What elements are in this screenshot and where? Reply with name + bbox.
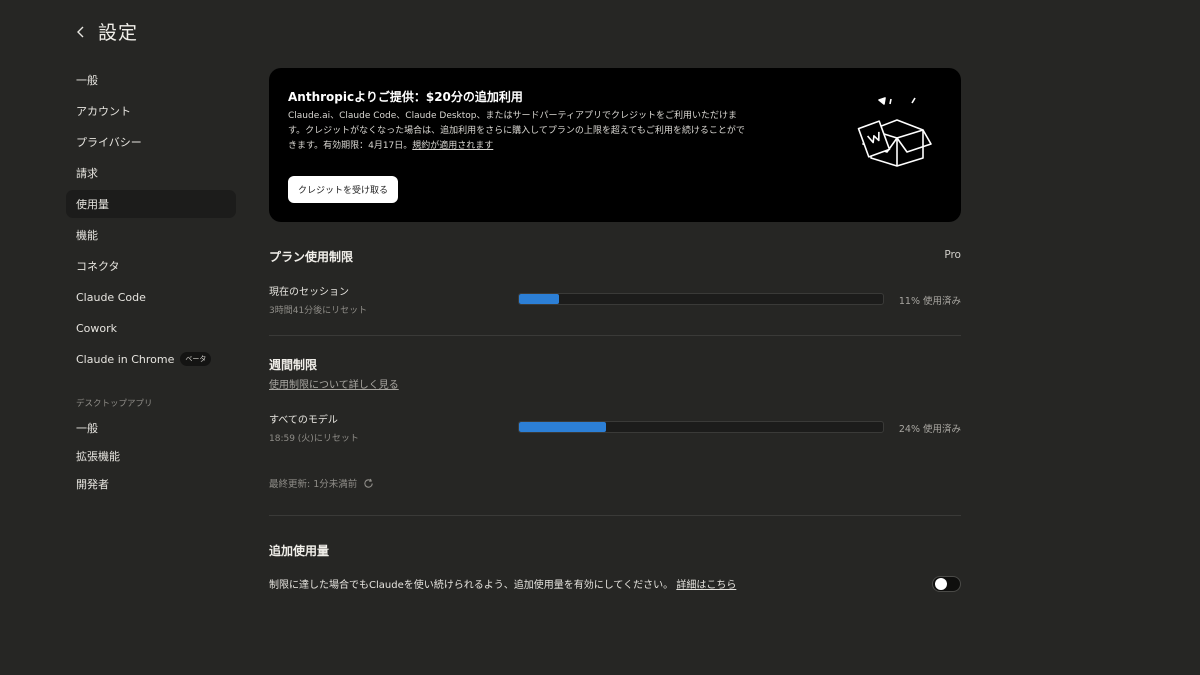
plan-limits-title: プラン使用制限 bbox=[269, 250, 354, 264]
session-progress-bar bbox=[518, 293, 884, 305]
all-models-progress-bar bbox=[518, 421, 884, 433]
last-updated: 最終更新: 1分未満前 bbox=[269, 476, 374, 490]
sidebar-item-developer[interactable]: 開発者 bbox=[66, 471, 236, 496]
session-progress-fill bbox=[519, 294, 560, 304]
sidebar-item-connectors[interactable]: コネクタ bbox=[66, 252, 236, 280]
sidebar-item-cowork[interactable]: Cowork bbox=[66, 314, 236, 342]
sidebar-item-label: プライバシー bbox=[76, 136, 142, 149]
settings-sidebar: 一般 アカウント プライバシー 請求 使用量 機能 コネクタ Claude Co… bbox=[66, 66, 236, 499]
sidebar-item-label: 拡張機能 bbox=[76, 449, 120, 463]
plan-name: Pro bbox=[944, 249, 961, 261]
sidebar-item-label: アカウント bbox=[76, 105, 131, 118]
refresh-icon[interactable] bbox=[363, 478, 374, 489]
gift-box-illustration bbox=[857, 94, 937, 174]
all-models-label: すべてのモデル bbox=[269, 415, 338, 426]
promo-title: Anthropicよりご提供：$20分の追加利用 bbox=[288, 90, 523, 104]
sidebar-item-general[interactable]: 一般 bbox=[66, 66, 236, 94]
section-divider bbox=[269, 335, 961, 336]
sidebar-item-label: Cowork bbox=[76, 321, 118, 335]
sidebar-item-label: 一般 bbox=[76, 421, 98, 435]
sidebar-item-label: Claude in Chrome bbox=[76, 352, 175, 366]
sidebar-item-label: 開発者 bbox=[76, 477, 109, 491]
details-link[interactable]: 詳細はこちら bbox=[676, 580, 736, 591]
sidebar-item-privacy[interactable]: プライバシー bbox=[66, 128, 236, 156]
sidebar-item-claude-in-chrome[interactable]: Claude in Chrome ベータ bbox=[66, 345, 236, 373]
learn-more-usage-limits-link[interactable]: 使用制限について詳しく見る bbox=[269, 376, 399, 391]
sidebar-item-claude-code[interactable]: Claude Code bbox=[66, 283, 236, 311]
session-reset-text: 3時間41分後にリセット bbox=[269, 306, 368, 316]
beta-badge: ベータ bbox=[180, 352, 212, 366]
desktop-app-section-label: デスクトップアプリ bbox=[76, 399, 153, 409]
sidebar-item-billing[interactable]: 請求 bbox=[66, 159, 236, 187]
promo-body: Claude.ai、Claude Code、Claude Desktop、または… bbox=[288, 109, 753, 154]
chevron-left-icon[interactable] bbox=[76, 21, 90, 43]
sidebar-item-label: 使用量 bbox=[76, 198, 109, 211]
sidebar-item-label: 機能 bbox=[76, 229, 98, 242]
sidebar-item-label: コネクタ bbox=[76, 260, 120, 273]
sidebar-item-label: 一般 bbox=[76, 74, 98, 87]
sidebar-item-label: 請求 bbox=[76, 167, 98, 180]
extra-usage-title: 追加使用量 bbox=[269, 544, 330, 558]
page-title: 設定 bbox=[98, 22, 139, 44]
settings-header: 設定 bbox=[76, 18, 138, 45]
sidebar-item-extensions[interactable]: 拡張機能 bbox=[66, 443, 236, 468]
extra-usage-toggle[interactable] bbox=[932, 576, 961, 592]
all-models-percent-label: 24% 使用済み bbox=[898, 424, 961, 435]
sidebar-item-usage[interactable]: 使用量 bbox=[66, 190, 236, 218]
all-models-reset-text: 18:59 (火)にリセット bbox=[269, 434, 359, 444]
session-percent-label: 11% 使用済み bbox=[898, 296, 961, 307]
last-updated-text: 最終更新: 1分未満前 bbox=[269, 479, 358, 490]
claim-credit-button[interactable]: クレジットを受け取る bbox=[288, 176, 398, 203]
toggle-knob bbox=[935, 578, 947, 590]
session-label: 現在のセッション bbox=[269, 287, 349, 298]
extra-usage-description-text: 制限に達した場合でもClaudeを使い続けられるよう、追加使用量を有効にしてくだ… bbox=[269, 580, 674, 591]
promo-card: Anthropicよりご提供：$20分の追加利用 Claude.ai、Claud… bbox=[269, 68, 961, 222]
sidebar-item-label: Claude Code bbox=[76, 290, 146, 304]
weekly-limits-title: 週間制限 bbox=[269, 358, 318, 372]
extra-usage-description: 制限に達した場合でもClaudeを使い続けられるよう、追加使用量を有効にしてくだ… bbox=[269, 576, 736, 591]
promo-description: Claude.ai、Claude Code、Claude Desktop、または… bbox=[288, 111, 745, 151]
sidebar-item-desktop-general[interactable]: 一般 bbox=[66, 415, 236, 440]
section-divider bbox=[269, 515, 961, 516]
sidebar-item-features[interactable]: 機能 bbox=[66, 221, 236, 249]
all-models-progress-fill bbox=[519, 422, 607, 432]
sidebar-item-account[interactable]: アカウント bbox=[66, 97, 236, 125]
terms-link[interactable]: 規約が適用されます bbox=[412, 141, 493, 151]
